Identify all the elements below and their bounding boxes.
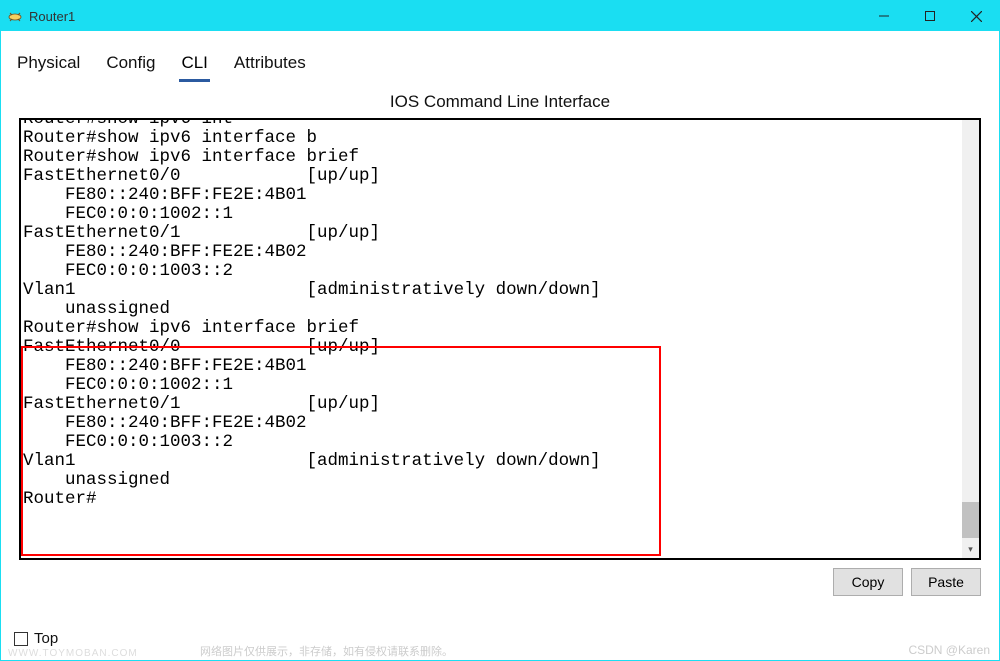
terminal-line: FastEthernet0/0 [up/up] <box>23 167 979 186</box>
window-title: Router1 <box>29 9 75 24</box>
terminal-line: FE80::240:BFF:FE2E:4B02 <box>23 243 979 262</box>
content-area: IOS Command Line Interface Router#show i… <box>1 82 999 660</box>
cli-heading: IOS Command Line Interface <box>19 86 981 118</box>
scrollbar-thumb[interactable] <box>962 502 979 538</box>
terminal-line: FEC0:0:0:1003::2 <box>23 262 979 281</box>
paste-button[interactable]: Paste <box>911 568 981 596</box>
close-button[interactable] <box>953 1 999 31</box>
tab-config[interactable]: Config <box>104 49 157 82</box>
terminal-line: unassigned <box>23 300 979 319</box>
top-checkbox[interactable] <box>14 632 28 646</box>
terminal-line: FastEthernet0/1 [up/up] <box>23 395 979 414</box>
window-controls <box>861 1 999 31</box>
scrollbar-down-icon[interactable]: ▾ <box>962 541 979 558</box>
terminal-line: Router#show ipv6 interface brief <box>23 319 979 338</box>
titlebar[interactable]: Router1 <box>1 1 999 31</box>
terminal-container: Router#show ipv6 intRouter#show ipv6 int… <box>19 118 981 560</box>
app-window: Router1 Physical Config CLI Attributes I… <box>0 0 1000 661</box>
terminal-line: FEC0:0:0:1002::1 <box>23 205 979 224</box>
terminal[interactable]: Router#show ipv6 intRouter#show ipv6 int… <box>21 120 979 558</box>
tab-attributes[interactable]: Attributes <box>232 49 308 82</box>
terminal-line: FEC0:0:0:1003::2 <box>23 433 979 452</box>
terminal-line: Vlan1 [administratively down/down] <box>23 452 979 471</box>
minimize-button[interactable] <box>861 1 907 31</box>
terminal-line: FastEthernet0/0 [up/up] <box>23 338 979 357</box>
router-icon <box>7 8 23 24</box>
terminal-line: FE80::240:BFF:FE2E:4B02 <box>23 414 979 433</box>
tab-bar: Physical Config CLI Attributes <box>1 41 999 82</box>
tab-physical[interactable]: Physical <box>15 49 82 82</box>
terminal-line: FE80::240:BFF:FE2E:4B01 <box>23 186 979 205</box>
terminal-line: unassigned <box>23 471 979 490</box>
terminal-line: Router#show ipv6 interface brief <box>23 148 979 167</box>
watermark-right: CSDN @Karen <box>908 643 990 657</box>
scrollbar-vertical[interactable]: ▾ <box>962 120 979 558</box>
terminal-line: FastEthernet0/1 [up/up] <box>23 224 979 243</box>
watermark-center: 网络图片仅供展示，非存储，如有侵权请联系删除。 <box>200 643 453 659</box>
copy-button[interactable]: Copy <box>833 568 903 596</box>
button-row: Copy Paste <box>19 560 981 596</box>
terminal-line: FEC0:0:0:1002::1 <box>23 376 979 395</box>
terminal-line: FE80::240:BFF:FE2E:4B01 <box>23 357 979 376</box>
top-label: Top <box>34 630 58 647</box>
terminal-line: Vlan1 [administratively down/down] <box>23 281 979 300</box>
terminal-line: Router#show ipv6 interface b <box>23 129 979 148</box>
watermark-left: WWW.TOYMOBAN.COM <box>8 648 138 659</box>
maximize-button[interactable] <box>907 1 953 31</box>
tab-cli[interactable]: CLI <box>179 49 209 82</box>
toolbar-spacer <box>1 31 999 41</box>
terminal-line: Router# <box>23 490 979 509</box>
